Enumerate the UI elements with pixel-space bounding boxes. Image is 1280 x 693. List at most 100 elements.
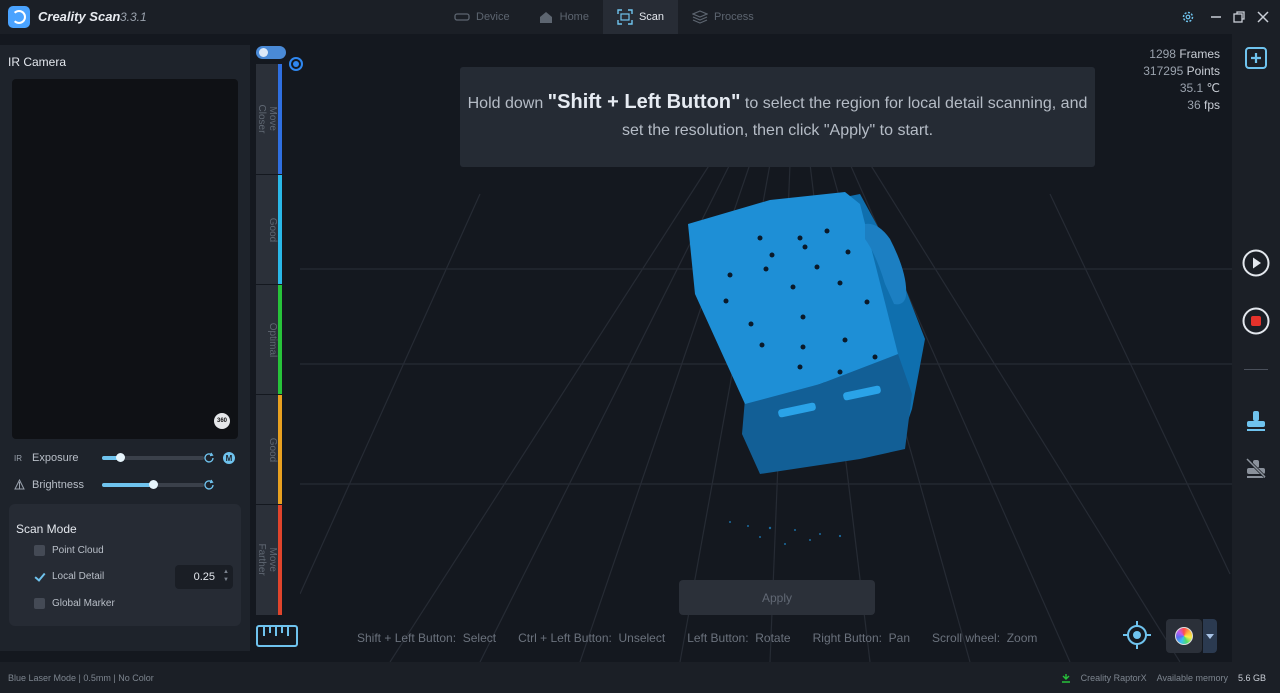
toolbar-divider <box>1244 369 1268 370</box>
exposure-row: IR Exposure <box>14 450 204 466</box>
brightness-slider-handle[interactable] <box>149 480 158 489</box>
close-icon[interactable] <box>1254 8 1272 26</box>
view-360-icon[interactable]: 360 <box>214 413 230 429</box>
memory-value: 5.6 GB <box>1237 673 1266 683</box>
tab-label: Scan <box>638 11 665 23</box>
scan-config-status: Blue Laser Mode | 0.5mm | No Color <box>8 673 154 683</box>
stat-frames: 1298 Frames <box>1149 47 1220 61</box>
tab-label: Home <box>559 11 589 23</box>
device-connected-icon <box>1061 674 1070 683</box>
spinbox-arrows-icon[interactable]: ▲ ▼ <box>223 568 229 584</box>
start-scan-button[interactable] <box>1242 249 1270 277</box>
exposure-mode-badge[interactable]: M <box>223 452 235 464</box>
color-mode-button[interactable] <box>1166 619 1202 653</box>
distance-segment: Move Closer <box>256 64 282 175</box>
tab-home[interactable]: Home <box>524 0 603 34</box>
settings-gear-icon[interactable] <box>1179 8 1197 26</box>
app-name: Creality Scan <box>38 9 121 24</box>
tab-process[interactable]: Process <box>678 0 768 34</box>
locate-target-icon[interactable] <box>1122 620 1152 650</box>
color-wheel-icon <box>1175 627 1193 645</box>
scan-icon <box>617 9 633 25</box>
tab-label: Process <box>714 11 754 23</box>
option-point-cloud[interactable]: Point Cloud <box>34 545 104 556</box>
stop-icon <box>1242 307 1270 335</box>
play-icon <box>1242 249 1270 277</box>
shortcut: Scroll wheel: Zoom <box>932 631 1038 645</box>
shortcut: Right Button: Pan <box>812 631 911 645</box>
mouse-shortcuts: Shift + Left Button: Select Ctrl + Left … <box>357 631 1037 645</box>
local-detail-checkbox[interactable] <box>34 571 45 582</box>
tab-label: Device <box>476 11 510 23</box>
brightness-slider[interactable] <box>102 480 204 489</box>
distance-indicator: Move Closer Good Optimal Good Move Farth… <box>256 64 282 616</box>
brightness-reset-icon[interactable] <box>203 479 215 491</box>
add-square-icon <box>1245 47 1267 69</box>
stat-temperature: 35.1 ℃ <box>1179 81 1220 95</box>
option-local-detail[interactable]: Local Detail <box>34 571 104 582</box>
brightness-label: Brightness <box>32 479 84 491</box>
app-logo-icon <box>8 6 30 28</box>
exposure-label: Exposure <box>32 452 79 464</box>
resolution-spinbox[interactable]: 0.25 ▲ ▼ <box>175 565 233 589</box>
process-icon <box>692 10 709 24</box>
device-icon <box>454 13 470 21</box>
minimize-icon[interactable] <box>1207 8 1225 26</box>
scan-stats: 1298 Frames 317295 Points 35.1 ℃ 36 fps <box>1143 46 1220 114</box>
device-name: Creality RaptorX <box>1080 673 1147 683</box>
apply-button[interactable]: Apply <box>679 580 875 615</box>
segment-label: Optimal <box>267 322 278 357</box>
color-mode-dropdown[interactable] <box>1203 619 1217 653</box>
distance-segment: Move Farther <box>256 505 282 616</box>
tab-scan[interactable]: Scan <box>602 0 679 34</box>
stamp-tool-button[interactable] <box>1242 407 1270 435</box>
stat-fps: 36 fps <box>1187 98 1220 112</box>
segment-label: Good <box>267 437 278 462</box>
option-label: Point Cloud <box>52 545 104 556</box>
left-panel: IR Camera 360 IR Exposure M Brightness S… <box>0 45 250 651</box>
add-project-button[interactable] <box>1242 44 1270 72</box>
hint-emphasis: "Shift + Left Button" <box>547 91 741 113</box>
exposure-reset-icon[interactable] <box>203 452 215 464</box>
exposure-slider[interactable] <box>102 453 204 462</box>
erase-tool-button[interactable] <box>1242 454 1270 482</box>
stamp-icon <box>1247 411 1265 431</box>
segment-label: Move Closer <box>256 104 278 134</box>
hint-text: Hold down <box>467 95 548 112</box>
app-version: 3.3.1 <box>120 10 147 24</box>
right-toolbar <box>1232 34 1280 662</box>
status-bar: Blue Laser Mode | 0.5mm | No Color Creal… <box>0 662 1280 693</box>
distance-toggle[interactable] <box>256 46 286 59</box>
exposure-prefix: IR <box>14 453 22 463</box>
brightness-row: Brightness <box>14 477 204 493</box>
distance-segment: Optimal <box>256 285 282 395</box>
home-icon <box>539 12 552 23</box>
shortcut: Ctrl + Left Button: Unselect <box>518 631 666 645</box>
option-label: Global Marker <box>52 598 115 609</box>
option-label: Local Detail <box>52 571 105 582</box>
stop-scan-button[interactable] <box>1242 307 1270 335</box>
stat-points: 317295 Points <box>1143 64 1220 78</box>
tab-device[interactable]: Device <box>440 0 524 34</box>
shortcut: Left Button: Rotate <box>687 631 791 645</box>
ruler-icon[interactable] <box>256 625 298 647</box>
point-cloud-checkbox[interactable] <box>34 545 45 556</box>
segment-label: Move Farther <box>256 543 278 577</box>
shortcut: Shift + Left Button: Select <box>357 631 497 645</box>
distance-segment: Good <box>256 175 282 285</box>
restore-icon[interactable] <box>1230 8 1248 26</box>
ir-camera-title: IR Camera <box>8 55 67 69</box>
scan-mode-title: Scan Mode <box>16 522 77 536</box>
resolution-value: 0.25 <box>193 571 215 583</box>
brightness-icon <box>14 478 28 492</box>
scan-mode-panel: Scan Mode Point Cloud Local Detail Globa… <box>9 504 241 626</box>
main-nav: Device Home Scan Process <box>440 0 768 34</box>
instruction-banner: Hold down "Shift + Left Button" to selec… <box>460 67 1095 167</box>
global-marker-checkbox[interactable] <box>34 598 45 609</box>
exposure-slider-handle[interactable] <box>116 453 126 462</box>
option-global-marker[interactable]: Global Marker <box>34 598 115 609</box>
distance-segment: Good <box>256 395 282 505</box>
erase-disabled-icon <box>1245 457 1267 479</box>
segment-label: Good <box>267 217 278 242</box>
3d-viewport[interactable]: 1298 Frames 317295 Points 35.1 ℃ 36 fps … <box>300 34 1232 662</box>
